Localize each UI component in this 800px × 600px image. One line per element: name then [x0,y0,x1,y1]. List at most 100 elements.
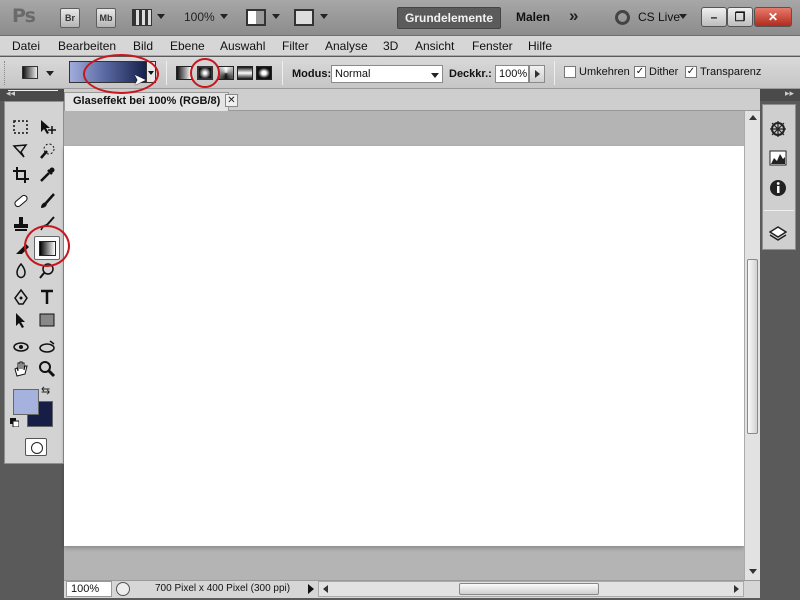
eyedropper-icon [40,167,55,182]
arrow-cursor-icon [16,313,25,328]
gradient-picker-highlight [83,54,159,94]
scroll-down-icon[interactable] [749,569,757,574]
minimize-button[interactable]: – [701,7,727,27]
application-bar: Ps Br Mb 100% Grundelemente Malen » CS L… [0,0,800,36]
menu-fenster[interactable]: Fenster [472,39,513,53]
divider [554,61,555,85]
menu-datei[interactable]: Datei [12,39,40,53]
menu-analyse[interactable]: Analyse [325,39,368,53]
chevron-down-icon [46,71,54,76]
screen-mode-icon[interactable] [294,9,314,26]
tool-preset-picker[interactable] [18,63,60,83]
histogram-button[interactable] [767,147,789,169]
cs-live-button[interactable]: CS Live [638,10,680,24]
dither-checkbox[interactable]: ✓ [634,66,646,78]
vertical-scrollbar[interactable] [744,111,760,580]
chevron-down-icon[interactable] [157,14,165,19]
menu-ebene[interactable]: Ebene [170,39,205,53]
info-button[interactable] [767,177,789,199]
scroll-thumb[interactable] [747,259,758,434]
brush-tool[interactable] [36,190,58,212]
menu-bild[interactable]: Bild [133,39,153,53]
cs-live-icon[interactable] [615,10,630,25]
brush-icon [41,193,55,208]
quick-selection-tool[interactable] [36,140,58,162]
swap-colors-icon[interactable]: ⇆ [41,384,50,397]
crop-icon [13,167,29,183]
close-tab-icon[interactable]: ✕ [225,94,238,107]
eyedropper-tool[interactable] [36,164,58,186]
menu-auswahl[interactable]: Auswahl [220,39,265,53]
menu-3d[interactable]: 3D [383,39,398,53]
close-button[interactable]: ✕ [754,7,792,27]
transparenz-checkbox[interactable]: ✓ [685,66,697,78]
modus-select[interactable]: Normal [331,65,443,83]
diamond-gradient-icon[interactable] [256,66,272,80]
crop-tool[interactable] [10,164,32,186]
menu-hilfe[interactable]: Hilfe [528,39,552,53]
layers-button[interactable] [767,222,789,244]
umkehren-checkbox[interactable] [564,66,576,78]
reflected-gradient-icon[interactable] [237,66,253,80]
default-colors-icon[interactable] [10,418,19,427]
restore-button[interactable]: ❐ [727,7,753,27]
zoom-tool[interactable] [36,358,58,380]
rectangle-tool[interactable] [36,309,58,331]
angle-gradient-icon[interactable] [218,66,234,80]
foreground-color-swatch[interactable] [13,389,39,415]
options-bar-grip[interactable] [4,61,7,85]
hand-tool[interactable] [10,358,32,380]
blur-tool[interactable] [10,260,32,282]
navigator-button[interactable] [767,118,789,140]
bandage-icon [14,194,28,208]
document-tab[interactable]: Glaseffekt bei 100% (RGB/8) [64,92,230,112]
workspace-grundelemente[interactable]: Grundelemente [397,7,501,29]
bridge-button[interactable]: Br [60,8,80,28]
extras-icon[interactable] [132,9,152,26]
horizontal-scrollbar[interactable] [318,581,744,597]
document-canvas[interactable] [64,146,744,546]
more-workspaces-icon[interactable]: » [569,6,578,26]
scroll-thumb[interactable] [459,583,599,595]
healing-brush-tool[interactable] [10,190,32,212]
pen-tool[interactable] [10,286,32,308]
arrange-documents-icon[interactable] [246,9,266,26]
status-menu-arrow-icon[interactable] [308,584,314,594]
lasso-tool[interactable] [10,140,32,162]
pen-icon [14,288,28,305]
deckkraft-input[interactable]: 100% [495,65,529,83]
divider [764,210,794,211]
menu-filter[interactable]: Filter [282,39,309,53]
panel-dock-collapse-bar[interactable]: ▸▸ [760,88,800,101]
marquee-tool[interactable] [10,116,32,138]
chevron-down-icon[interactable] [220,14,228,19]
scroll-right-icon[interactable] [734,585,739,593]
blur-icon [16,262,26,279]
status-info-icon[interactable] [116,582,130,596]
navigator-icon [770,121,786,137]
workspace-malen[interactable]: Malen [516,10,550,24]
3d-orbit-tool[interactable] [36,336,58,358]
quick-mask-button[interactable] [25,438,47,456]
3d-rotate-tool[interactable] [10,336,32,358]
radial-gradient-highlight [190,58,220,88]
expand-icon: ▸▸ [784,88,794,98]
move-tool[interactable] [36,116,58,138]
zoom-level[interactable]: 100% [184,10,215,24]
menu-ansicht[interactable]: Ansicht [415,39,454,53]
chevron-down-icon[interactable] [272,14,280,19]
chevron-down-icon[interactable] [679,14,687,19]
deckkraft-slider-button[interactable] [529,65,545,83]
zoom-input[interactable]: 100% [66,581,112,597]
divider [8,90,58,91]
minibridge-button[interactable]: Mb [96,8,116,28]
chevron-down-icon[interactable] [320,14,328,19]
chevron-down-icon [431,73,439,78]
type-tool[interactable] [36,286,58,308]
path-selection-tool[interactable] [10,309,32,331]
layers-icon [769,226,787,241]
lasso-icon [12,144,28,158]
menu-bearbeiten[interactable]: Bearbeiten [58,39,116,53]
scroll-left-icon[interactable] [323,585,328,593]
scroll-up-icon[interactable] [749,115,757,120]
